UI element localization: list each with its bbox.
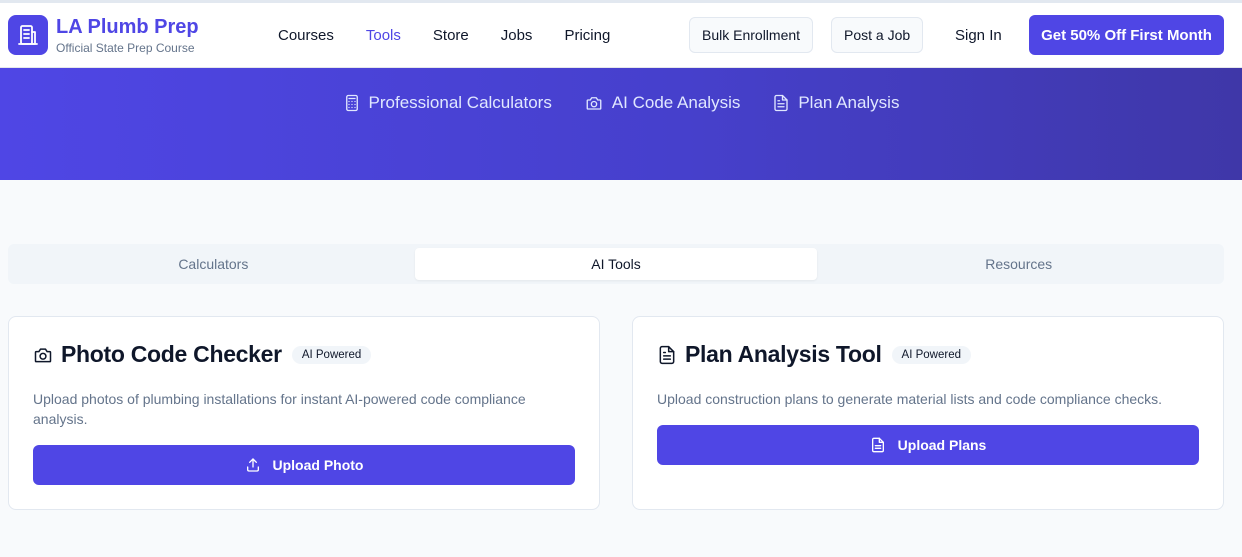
bulk-enrollment-button[interactable]: Bulk Enrollment bbox=[689, 17, 814, 53]
card-description: Upload construction plans to generate ma… bbox=[657, 391, 1163, 407]
card-header: Plan Analysis Tool AI Powered bbox=[657, 341, 971, 368]
logo[interactable] bbox=[8, 15, 48, 55]
photo-code-checker-card: Photo Code Checker AI Powered Upload pho… bbox=[8, 316, 600, 510]
plan-analysis-tool-card: Plan Analysis Tool AI Powered Upload con… bbox=[632, 316, 1224, 510]
hero-tab-plan-analysis[interactable]: Plan Analysis bbox=[772, 93, 899, 113]
tab-ai-tools[interactable]: AI Tools bbox=[414, 248, 818, 280]
hero-banner: Professional Calculators AI Code Analysi… bbox=[0, 68, 1242, 180]
upload-plans-button[interactable]: Upload Plans bbox=[657, 425, 1199, 465]
camera-icon bbox=[34, 347, 52, 362]
hero-tab-list: Professional Calculators AI Code Analysi… bbox=[0, 93, 1242, 113]
main-nav: Courses Tools Store Jobs Pricing bbox=[278, 27, 642, 44]
nav-courses[interactable]: Courses bbox=[278, 27, 334, 44]
brand-name: LA Plumb Prep bbox=[56, 16, 199, 38]
tool-tabs: Calculators AI Tools Resources bbox=[8, 244, 1224, 284]
post-job-button[interactable]: Post a Job bbox=[831, 17, 924, 53]
hero-tab-label: AI Code Analysis bbox=[611, 93, 741, 112]
upload-photo-button[interactable]: Upload Photo bbox=[33, 445, 575, 485]
discount-cta-button[interactable]: Get 50% Off First Month bbox=[1029, 15, 1224, 55]
hero-tab-calculators[interactable]: Professional Calculators bbox=[343, 93, 552, 113]
building-icon bbox=[18, 25, 38, 45]
hero-tab-ai-code[interactable]: AI Code Analysis bbox=[584, 93, 741, 113]
calculator-icon bbox=[345, 94, 358, 112]
hero-tab-label: Professional Calculators bbox=[368, 93, 552, 112]
document-icon bbox=[659, 345, 675, 364]
ai-powered-badge: AI Powered bbox=[891, 345, 971, 364]
button-label: Upload Plans bbox=[897, 437, 987, 453]
brand[interactable]: LA Plumb Prep Official State Prep Course bbox=[56, 16, 199, 55]
nav-store[interactable]: Store bbox=[433, 27, 469, 44]
card-description: Upload photos of plumbing installations … bbox=[33, 391, 526, 427]
tab-resources[interactable]: Resources bbox=[817, 248, 1220, 280]
sign-in-button[interactable]: Sign In bbox=[955, 27, 1002, 44]
nav-jobs[interactable]: Jobs bbox=[501, 27, 533, 44]
card-title: Photo Code Checker bbox=[61, 341, 282, 367]
hero-tab-label: Plan Analysis bbox=[798, 93, 900, 112]
nav-pricing[interactable]: Pricing bbox=[564, 27, 610, 44]
button-label: Upload Photo bbox=[272, 457, 364, 473]
brand-subtitle: Official State Prep Course bbox=[56, 41, 195, 55]
card-title: Plan Analysis Tool bbox=[685, 341, 882, 367]
nav-tools[interactable]: Tools bbox=[366, 27, 401, 44]
document-icon bbox=[774, 94, 789, 112]
camera-icon bbox=[586, 97, 602, 110]
upload-icon bbox=[246, 458, 259, 472]
site-header: LA Plumb Prep Official State Prep Course… bbox=[0, 3, 1242, 68]
document-icon bbox=[871, 437, 884, 453]
ai-powered-badge: AI Powered bbox=[291, 345, 372, 364]
tab-calculators[interactable]: Calculators bbox=[12, 248, 415, 280]
card-header: Photo Code Checker AI Powered bbox=[33, 341, 372, 368]
